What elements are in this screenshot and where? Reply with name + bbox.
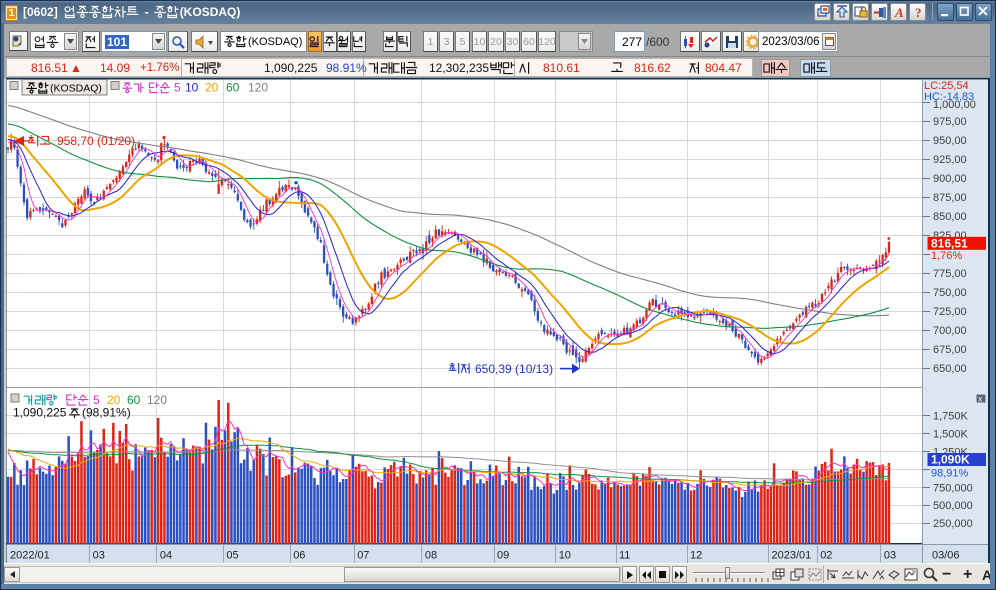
svg-text:650,39 (10/13): 650,39 (10/13) — [475, 362, 553, 376]
svg-text:60: 60 — [226, 81, 240, 95]
svg-text:750,00: 750,00 — [933, 287, 967, 299]
svg-text:950,00: 950,00 — [933, 135, 967, 147]
svg-text:04: 04 — [160, 550, 172, 562]
svg-text:09: 09 — [497, 550, 509, 562]
svg-text:120: 120 — [147, 393, 167, 407]
svg-text:775,00: 775,00 — [933, 268, 967, 280]
svg-text:10: 10 — [559, 550, 571, 562]
svg-text:816,51: 816,51 — [931, 237, 968, 251]
svg-text:03: 03 — [884, 550, 896, 562]
svg-text:725,00: 725,00 — [933, 306, 967, 318]
svg-text:06: 06 — [293, 550, 305, 562]
svg-text:11: 11 — [619, 550, 630, 562]
svg-text:05: 05 — [226, 550, 238, 562]
svg-text:700,00: 700,00 — [933, 325, 967, 337]
svg-text:250,000: 250,000 — [933, 518, 973, 530]
svg-text:(KOSDAQ): (KOSDAQ) — [50, 83, 102, 95]
svg-text:?: ? — [915, 5, 922, 20]
svg-text:675,00: 675,00 — [933, 344, 967, 356]
svg-text:08: 08 — [425, 550, 437, 562]
svg-text:A: A — [894, 5, 904, 20]
svg-text:1,500K: 1,500K — [933, 429, 969, 441]
svg-text:1,090,225: 1,090,225 — [13, 406, 67, 420]
svg-text:03/06: 03/06 — [932, 550, 960, 562]
svg-text:98,91%: 98,91% — [931, 468, 969, 480]
svg-text:07: 07 — [357, 550, 369, 562]
svg-text:2022/01: 2022/01 — [10, 550, 50, 562]
svg-text:HC:-14,83: HC:-14,83 — [924, 91, 974, 103]
svg-text:02: 02 — [820, 550, 832, 562]
svg-text:750,000: 750,000 — [933, 482, 973, 494]
svg-text:900,00: 900,00 — [933, 173, 967, 185]
svg-text:650,00: 650,00 — [933, 363, 967, 375]
svg-text:500,000: 500,000 — [933, 500, 973, 512]
svg-text:1,750K: 1,750K — [933, 411, 969, 423]
svg-text:1,76%: 1,76% — [931, 250, 962, 262]
svg-text:958,70 (01/20): 958,70 (01/20) — [57, 134, 135, 148]
svg-text:1,090K: 1,090K — [931, 453, 970, 467]
svg-text:x: x — [978, 395, 982, 404]
svg-text:875,00: 875,00 — [933, 192, 967, 204]
svg-text:120: 120 — [248, 81, 268, 95]
svg-text:2023/01: 2023/01 — [772, 550, 812, 562]
svg-text:5: 5 — [174, 81, 181, 95]
svg-text:10: 10 — [185, 81, 199, 95]
svg-text:12: 12 — [690, 550, 702, 562]
svg-text:925,00: 925,00 — [933, 154, 967, 166]
svg-text:850,00: 850,00 — [933, 211, 967, 223]
svg-text:975,00: 975,00 — [933, 116, 967, 128]
svg-text:20: 20 — [205, 81, 219, 95]
svg-text:(98,91%): (98,91%) — [82, 406, 131, 420]
svg-text:03: 03 — [93, 550, 105, 562]
